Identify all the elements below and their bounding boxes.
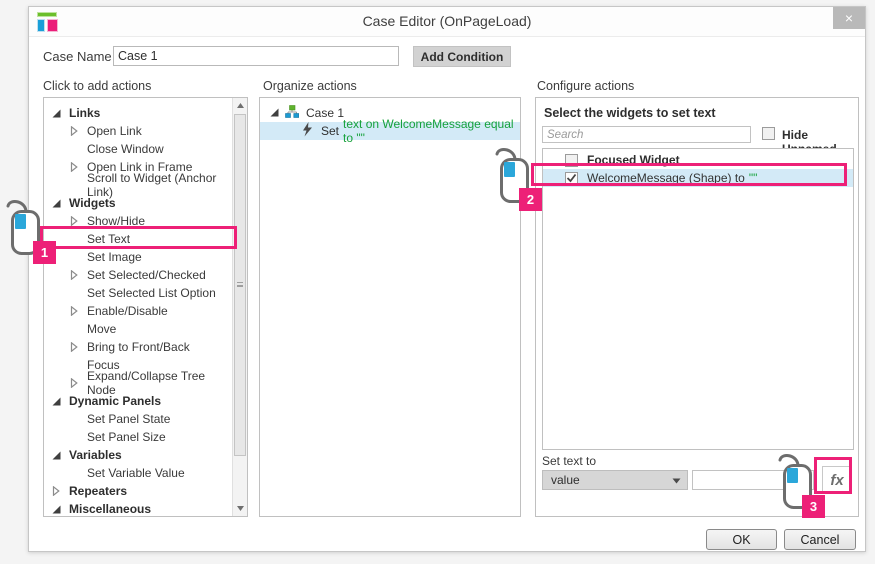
- tree-item-enable-disable[interactable]: Enable/Disable: [44, 302, 232, 320]
- expanded-triangle-icon[interactable]: [52, 397, 62, 406]
- actions-tree: Links Open Link Close Window Open Link i…: [44, 98, 232, 516]
- step-2-badge: 2: [519, 188, 542, 211]
- value-type-dropdown[interactable]: value: [542, 470, 688, 490]
- tree-item-open-link[interactable]: Open Link: [44, 122, 232, 140]
- tree-item-close-window[interactable]: Close Window: [44, 140, 232, 158]
- set-text-value-input[interactable]: [692, 470, 814, 490]
- actions-tree-panel: Links Open Link Close Window Open Link i…: [43, 97, 248, 517]
- tree-item-set-selected-checked[interactable]: Set Selected/Checked: [44, 266, 232, 284]
- case-name-input[interactable]: [113, 46, 399, 66]
- ok-button[interactable]: OK: [706, 529, 777, 550]
- collapsed-triangle-icon[interactable]: [70, 306, 80, 316]
- right-column-header: Configure actions: [537, 79, 634, 93]
- collapsed-triangle-icon[interactable]: [70, 378, 80, 388]
- collapsed-triangle-icon[interactable]: [70, 216, 80, 226]
- organize-actions-panel: Case 1 Set text on WelcomeMessage equal …: [259, 97, 521, 517]
- tree-group-miscellaneous[interactable]: Miscellaneous: [44, 500, 232, 516]
- dialog-title: Case Editor (OnPageLoad): [29, 7, 865, 35]
- tree-item-set-variable-value[interactable]: Set Variable Value: [44, 464, 232, 482]
- tree-item-bring-to-front-back[interactable]: Bring to Front/Back: [44, 338, 232, 356]
- step-3-badge: 3: [802, 495, 825, 518]
- case-name-label: Case Name: [43, 49, 112, 64]
- left-column-header: Click to add actions: [43, 79, 151, 93]
- scroll-down-icon[interactable]: [233, 501, 247, 516]
- configure-actions-panel: Select the widgets to set text Hide Unna…: [535, 97, 859, 517]
- add-condition-button[interactable]: Add Condition: [413, 46, 511, 67]
- tree-item-move[interactable]: Move: [44, 320, 232, 338]
- widget-list: Focused Widget WelcomeMessage (Shape) to…: [542, 148, 854, 450]
- tree-item-show-hide[interactable]: Show/Hide: [44, 212, 232, 230]
- action-step-description: text on WelcomeMessage equal to "": [343, 117, 520, 145]
- tree-item-set-panel-state[interactable]: Set Panel State: [44, 410, 232, 428]
- collapsed-triangle-icon[interactable]: [52, 486, 62, 496]
- tree-group-repeaters[interactable]: Repeaters: [44, 482, 232, 500]
- scrollbar-thumb[interactable]: [234, 114, 246, 456]
- chevron-down-icon: [672, 473, 681, 487]
- collapsed-triangle-icon[interactable]: [70, 270, 80, 280]
- expanded-triangle-icon[interactable]: [52, 451, 62, 460]
- cancel-button[interactable]: Cancel: [784, 529, 856, 550]
- set-text-to-label: Set text to: [542, 454, 596, 468]
- page-background: Case Editor (OnPageLoad) × Case Name Add…: [0, 0, 875, 564]
- fx-button[interactable]: fx: [822, 466, 852, 494]
- expanded-triangle-icon[interactable]: [270, 106, 279, 120]
- expanded-triangle-icon[interactable]: [52, 109, 62, 118]
- action-step-row[interactable]: Set text on WelcomeMessage equal to "": [260, 122, 520, 140]
- tree-group-links[interactable]: Links: [44, 104, 232, 122]
- collapsed-triangle-icon[interactable]: [70, 126, 80, 136]
- tree-item-set-image[interactable]: Set Image: [44, 248, 232, 266]
- step-1-badge: 1: [33, 241, 56, 264]
- tree-group-variables[interactable]: Variables: [44, 446, 232, 464]
- welcome-message-checkbox[interactable]: [565, 172, 578, 185]
- expanded-triangle-icon[interactable]: [52, 505, 62, 514]
- collapsed-triangle-icon[interactable]: [70, 162, 80, 172]
- lightning-icon: [302, 122, 313, 140]
- widget-row-welcome-message[interactable]: WelcomeMessage (Shape) to "": [543, 169, 853, 187]
- close-icon[interactable]: ×: [833, 7, 865, 29]
- collapsed-triangle-icon[interactable]: [70, 342, 80, 352]
- case-sitemap-icon: [285, 105, 299, 121]
- scrollbar-grip: [237, 282, 243, 287]
- dialog-titlebar: Case Editor (OnPageLoad) ×: [29, 7, 865, 37]
- search-input[interactable]: [542, 126, 751, 143]
- case-label: Case 1: [306, 106, 344, 120]
- hide-unnamed-checkbox[interactable]: [762, 127, 775, 140]
- tree-scrollbar[interactable]: [232, 98, 247, 516]
- expanded-triangle-icon[interactable]: [52, 199, 62, 208]
- select-widgets-title: Select the widgets to set text: [544, 106, 716, 120]
- widget-row-focused-widget[interactable]: Focused Widget: [543, 151, 853, 169]
- action-step-prefix: Set: [321, 124, 339, 138]
- tree-item-set-selected-list-option[interactable]: Set Selected List Option: [44, 284, 232, 302]
- tree-item-scroll-to-widget[interactable]: Scroll to Widget (Anchor Link): [44, 176, 232, 194]
- widget-value-text: "": [749, 171, 758, 185]
- scroll-up-icon[interactable]: [233, 98, 247, 113]
- tree-item-expand-collapse-tree-node[interactable]: Expand/Collapse Tree Node: [44, 374, 232, 392]
- middle-column-header: Organize actions: [263, 79, 357, 93]
- focused-widget-checkbox[interactable]: [565, 154, 578, 167]
- tree-item-set-text[interactable]: Set Text: [44, 230, 232, 248]
- case-editor-dialog: Case Editor (OnPageLoad) × Case Name Add…: [28, 6, 866, 552]
- tree-item-set-panel-size[interactable]: Set Panel Size: [44, 428, 232, 446]
